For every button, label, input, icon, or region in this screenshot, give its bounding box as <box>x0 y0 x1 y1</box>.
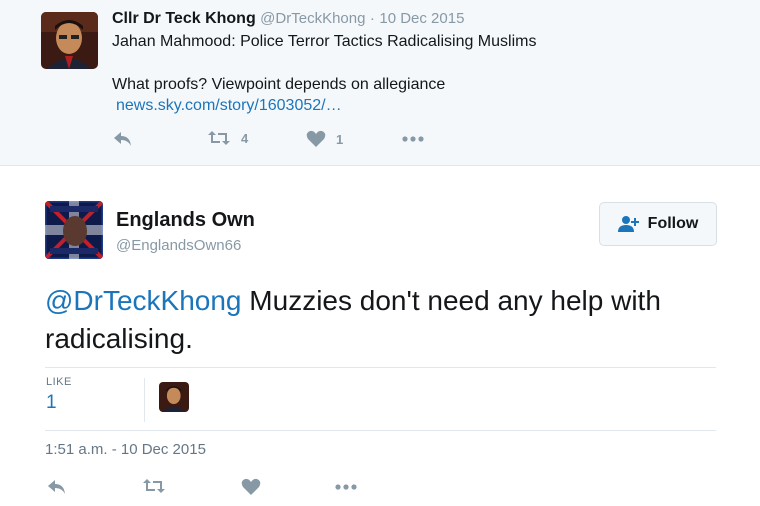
tweet-text-line: Jahan Mahmood: Police Terror Tactics Rad… <box>112 33 537 50</box>
tweet-timestamp[interactable]: 1:51 a.m. - 10 Dec 2015 <box>45 441 206 458</box>
mention-link[interactable]: @DrTeckKhong <box>45 285 242 316</box>
retweet-button[interactable] <box>142 478 166 494</box>
retweet-count: 4 <box>241 130 249 146</box>
parent-tweet-header: Cllr Dr Teck Khong @DrTeckKhong · 10 Dec… <box>112 10 464 28</box>
more-icon <box>334 478 358 496</box>
tweet-date[interactable]: 10 Dec 2015 <box>379 10 464 27</box>
user-handle[interactable]: @DrTeckKhong <box>260 10 365 27</box>
retweet-icon <box>207 130 231 146</box>
retweet-icon <box>142 478 166 494</box>
user-handle[interactable]: @EnglandsOwn66 <box>116 237 241 254</box>
tweet-text-line: What proofs? Viewpoint depends on allegi… <box>112 76 446 93</box>
tweet-link[interactable]: news.sky.com/story/1603052/… <box>116 97 342 115</box>
tweet-text: @DrTeckKhong Muzzies don't need any help… <box>45 282 725 358</box>
display-name[interactable]: Englands Own <box>116 209 255 232</box>
main-tweet-actions <box>0 478 760 500</box>
follow-button[interactable]: Follow <box>599 202 717 246</box>
follow-label: Follow <box>647 215 699 232</box>
heart-icon <box>306 130 326 148</box>
reply-button[interactable] <box>112 130 134 148</box>
like-stat-count[interactable]: 1 <box>46 392 57 414</box>
reply-button[interactable] <box>46 478 68 496</box>
parent-tweet[interactable]: Cllr Dr Teck Khong @DrTeckKhong · 10 Dec… <box>0 0 760 166</box>
like-count: 1 <box>336 131 344 147</box>
display-name[interactable]: Cllr Dr Teck Khong <box>112 10 256 27</box>
add-user-icon <box>617 215 640 233</box>
more-button[interactable] <box>401 130 425 148</box>
liker-avatar[interactable] <box>159 382 189 412</box>
like-button[interactable]: 1 <box>306 130 343 148</box>
reply-icon <box>112 130 134 148</box>
like-button[interactable] <box>241 478 261 496</box>
avatar[interactable] <box>41 12 98 69</box>
like-stat-label: LIKE <box>46 376 72 388</box>
avatar[interactable] <box>45 201 103 259</box>
tweet-stats: LIKE 1 <box>45 367 716 431</box>
reply-icon <box>46 478 68 496</box>
parent-tweet-actions: 4 1 <box>0 130 760 154</box>
separator: · <box>369 10 375 27</box>
retweet-button[interactable]: 4 <box>207 130 248 146</box>
divider <box>144 378 145 422</box>
heart-icon <box>241 478 261 496</box>
more-icon <box>401 130 425 148</box>
more-button[interactable] <box>334 478 358 496</box>
